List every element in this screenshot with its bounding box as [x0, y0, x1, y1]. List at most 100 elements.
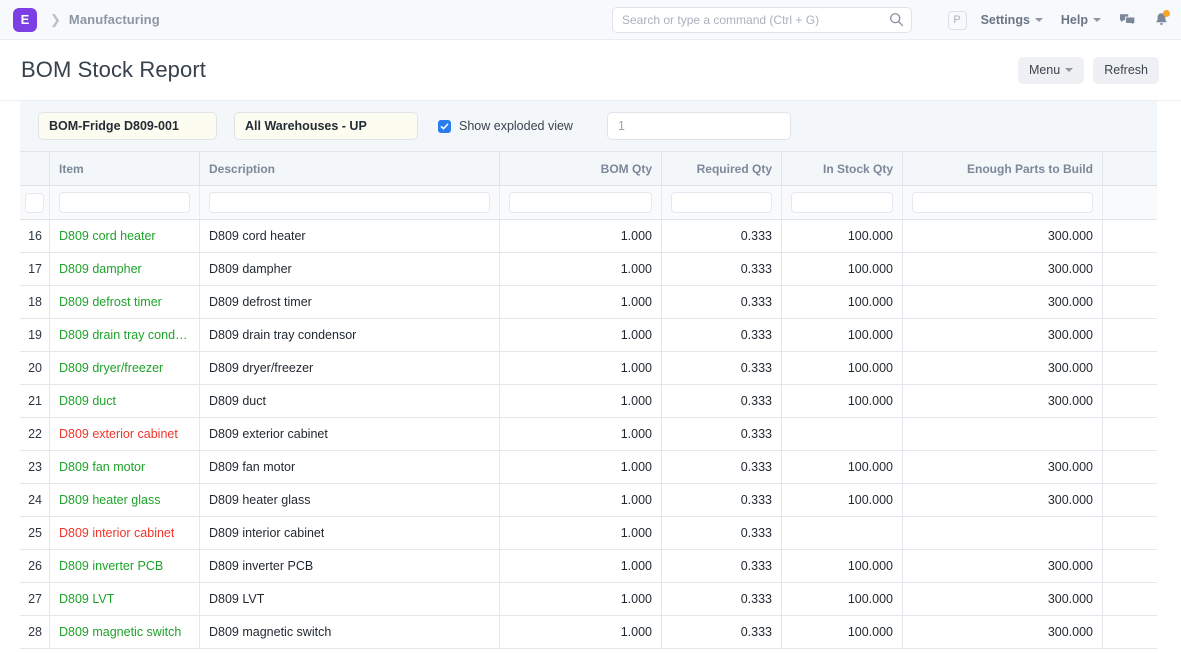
description-text: D809 dampher	[209, 262, 292, 276]
cell-bom-qty: 1.000	[500, 220, 662, 252]
table-row[interactable]: 25 D809 interior cabinet D809 interior cab…	[20, 517, 1157, 550]
report-datatable: Item Description BOM Qty Required Qty In…	[20, 152, 1157, 649]
description-text: D809 defrost timer	[209, 295, 312, 309]
notifications-icon[interactable]	[1154, 10, 1170, 28]
cell-item: D809 duct	[50, 385, 200, 417]
qty-to-produce-input[interactable]	[606, 112, 791, 140]
cell-description: D809 drain tray condensor	[200, 319, 500, 351]
cell-in-stock-qty: 100.000	[782, 352, 903, 384]
chevron-down-icon	[1093, 18, 1101, 22]
table-row[interactable]: 23 D809 fan motor D809 fan motor 1.000 0.333…	[20, 451, 1157, 484]
cell-description: D809 exterior cabinet	[200, 418, 500, 450]
filter-input-bom-qty[interactable]	[509, 192, 652, 213]
bom-filter-input[interactable]	[38, 112, 217, 140]
column-header-bom-qty[interactable]: BOM Qty	[500, 152, 662, 185]
settings-menu[interactable]: Settings	[981, 13, 1043, 27]
item-link[interactable]: D809 exterior cabinet	[59, 427, 178, 441]
table-row[interactable]: 28 D809 magnetic switch D809 magnetic swit…	[20, 616, 1157, 649]
item-link[interactable]: D809 LVT	[59, 592, 114, 606]
cell-tail	[1103, 352, 1155, 384]
table-row[interactable]: 19 D809 drain tray condensor D809 drain tr…	[20, 319, 1157, 352]
cell-item: D809 cord heater	[50, 220, 200, 252]
item-link[interactable]: D809 cord heater	[59, 229, 156, 243]
filter-cell-index	[20, 186, 50, 219]
cell-description: D809 magnetic switch	[200, 616, 500, 648]
column-header-item[interactable]: Item	[50, 152, 200, 185]
cell-bom-qty: 1.000	[500, 319, 662, 351]
filter-input-item[interactable]	[59, 192, 190, 213]
cell-bom-qty: 1.000	[500, 385, 662, 417]
warehouse-filter-input[interactable]	[234, 112, 418, 140]
refresh-button[interactable]: Refresh	[1093, 56, 1159, 84]
app-logo[interactable]: E	[13, 7, 37, 32]
table-row[interactable]: 24 D809 heater glass D809 heater glass 1.00…	[20, 484, 1157, 517]
cell-bom-qty: 1.000	[500, 253, 662, 285]
filter-cell-in-stock-qty	[782, 186, 903, 219]
column-header-enough-parts[interactable]: Enough Parts to Build	[903, 152, 1103, 185]
table-row[interactable]: 16 D809 cord heater D809 cord heater 1.000 0…	[20, 220, 1157, 253]
select-all-checkbox[interactable]	[25, 192, 44, 213]
table-row[interactable]: 21 D809 duct D809 duct 1.000 0.333 100.000 300…	[20, 385, 1157, 418]
cell-enough-parts: 300.000	[903, 286, 1103, 318]
table-row[interactable]: 17 D809 dampher D809 dampher 1.000 0.333 100.…	[20, 253, 1157, 286]
filter-input-description[interactable]	[209, 192, 490, 213]
chevron-down-icon	[1065, 68, 1074, 72]
avatar[interactable]: P	[947, 10, 967, 30]
cell-enough-parts: 300.000	[903, 253, 1103, 285]
item-link[interactable]: D809 interior cabinet	[59, 526, 174, 540]
row-index: 17	[20, 253, 50, 285]
item-link[interactable]: D809 drain tray condensor	[59, 328, 190, 342]
cell-enough-parts: 300.000	[903, 583, 1103, 615]
cell-tail	[1103, 616, 1155, 648]
column-header-in-stock-qty[interactable]: In Stock Qty	[782, 152, 903, 185]
cell-tail	[1103, 550, 1155, 582]
row-index: 19	[20, 319, 50, 351]
cell-item: D809 dryer/freezer	[50, 352, 200, 384]
table-row[interactable]: 22 D809 exterior cabinet D809 exterior cab…	[20, 418, 1157, 451]
cell-item: D809 exterior cabinet	[50, 418, 200, 450]
cell-description: D809 heater glass	[200, 484, 500, 516]
cell-enough-parts: 300.000	[903, 451, 1103, 483]
table-row[interactable]: 26 D809 inverter PCB D809 inverter PCB 1.00…	[20, 550, 1157, 583]
cell-description: D809 interior cabinet	[200, 517, 500, 549]
column-header-description[interactable]: Description	[200, 152, 500, 185]
item-link[interactable]: D809 dryer/freezer	[59, 361, 163, 375]
filter-cell-description	[200, 186, 500, 219]
cell-item: D809 magnetic switch	[50, 616, 200, 648]
item-link[interactable]: D809 inverter PCB	[59, 559, 163, 573]
item-link[interactable]: D809 magnetic switch	[59, 625, 181, 639]
item-link[interactable]: D809 heater glass	[59, 493, 160, 507]
cell-tail	[1103, 220, 1155, 252]
notification-badge	[1163, 10, 1170, 17]
table-row[interactable]: 27 D809 LVT D809 LVT 1.000 0.333 100.000 300.0…	[20, 583, 1157, 616]
description-text: D809 drain tray condensor	[209, 328, 357, 342]
cell-description: D809 dampher	[200, 253, 500, 285]
menu-button[interactable]: Menu	[1017, 56, 1085, 84]
chat-icon[interactable]	[1119, 12, 1136, 28]
filter-input-required-qty[interactable]	[671, 192, 772, 213]
row-index: 26	[20, 550, 50, 582]
table-row[interactable]: 18 D809 defrost timer D809 defrost timer 1.…	[20, 286, 1157, 319]
cell-in-stock-qty: 100.000	[782, 385, 903, 417]
item-link[interactable]: D809 defrost timer	[59, 295, 162, 309]
show-exploded-view-checkbox[interactable]: Show exploded view	[438, 119, 573, 133]
search-input[interactable]	[612, 7, 912, 33]
item-link[interactable]: D809 duct	[59, 394, 116, 408]
cell-enough-parts: 300.000	[903, 385, 1103, 417]
chevron-right-icon: ❯	[50, 11, 61, 27]
cell-tail	[1103, 418, 1155, 450]
help-menu[interactable]: Help	[1061, 13, 1101, 27]
cell-bom-qty: 1.000	[500, 616, 662, 648]
cell-in-stock-qty: 100.000	[782, 484, 903, 516]
breadcrumb[interactable]: Manufacturing	[69, 12, 160, 27]
cell-item: D809 drain tray condensor	[50, 319, 200, 351]
cell-item: D809 interior cabinet	[50, 517, 200, 549]
table-row[interactable]: 20 D809 dryer/freezer D809 dryer/freezer 1.…	[20, 352, 1157, 385]
item-link[interactable]: D809 dampher	[59, 262, 142, 276]
description-text: D809 duct	[209, 394, 266, 408]
cell-required-qty: 0.333	[662, 616, 782, 648]
item-link[interactable]: D809 fan motor	[59, 460, 145, 474]
filter-input-enough-parts[interactable]	[912, 192, 1093, 213]
column-header-required-qty[interactable]: Required Qty	[662, 152, 782, 185]
filter-input-in-stock-qty[interactable]	[791, 192, 893, 213]
